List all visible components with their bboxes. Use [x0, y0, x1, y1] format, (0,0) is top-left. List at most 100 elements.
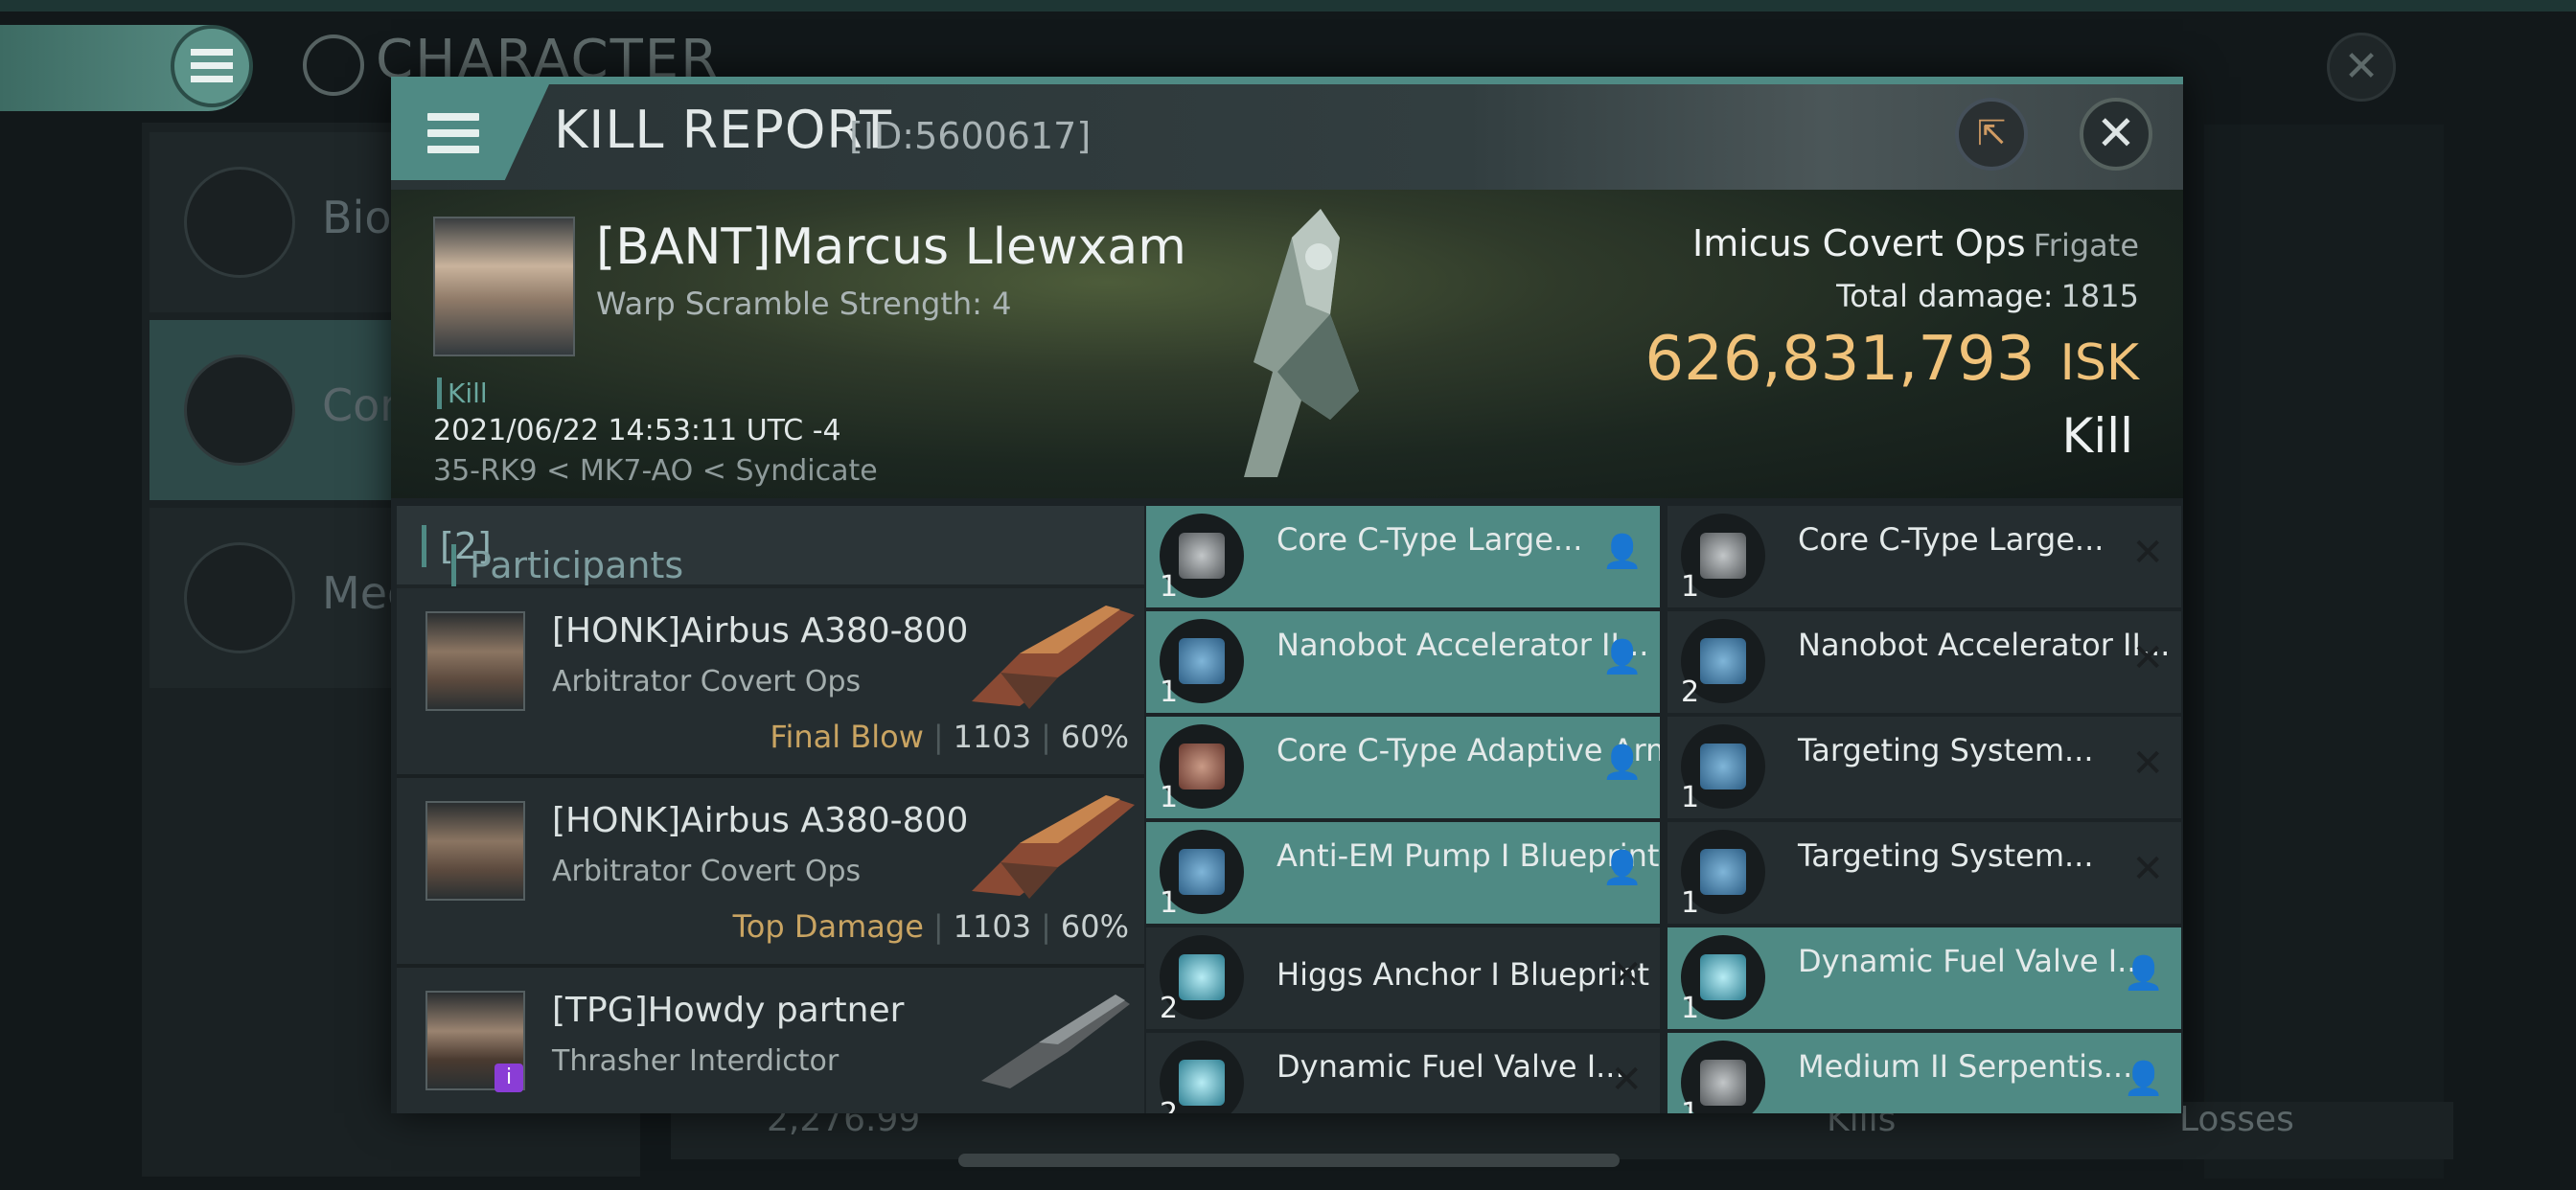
kill-report-modal: KILL REPORT [ID:5600617] ⇱ ✕ [BANT]Marcu…: [391, 77, 2183, 1113]
person-icon: 👤: [1601, 533, 1643, 571]
item-card[interactable]: 1 Nanobot Accelerator II... 👤: [1146, 611, 1660, 713]
person-icon: 👤: [2123, 1060, 2164, 1098]
item-name: Targeting System...: [1798, 732, 2094, 768]
attacker-ship: Arbitrator Covert Ops: [552, 665, 862, 698]
kill-location[interactable]: 35-RK9 < MK7-AO < Syndicate: [433, 454, 878, 488]
crossed-swords-icon: [184, 355, 295, 466]
item-card[interactable]: 1 Anti-EM Pump I Blueprint 👤: [1146, 822, 1660, 924]
modal-top-accent: [391, 77, 2183, 84]
destroyed-x-icon: ✕: [2131, 531, 2164, 575]
destroyed-x-icon: ✕: [2131, 847, 2164, 891]
attacker-ship-image: [972, 606, 1135, 709]
character-icon: [303, 34, 364, 96]
item-name: Nanobot Accelerator II...: [1276, 627, 1649, 663]
item-card[interactable]: 1 Dynamic Fuel Valve I... 👤: [1668, 927, 2181, 1029]
item-name: Core C-Type Large...: [1276, 521, 1583, 558]
attacker-row[interactable]: [HONK]Airbus A380-800 Arbitrator Covert …: [397, 778, 1144, 968]
item-name: Dynamic Fuel Valve I...: [1276, 1048, 1625, 1085]
item-quantity: 2: [1160, 1097, 1178, 1113]
item-card[interactable]: 1 Core C-Type Large... 👤: [1146, 506, 1660, 607]
item-quantity: 1: [1160, 570, 1179, 604]
victim-portrait[interactable]: [433, 217, 575, 356]
menu-lines-icon: [184, 167, 295, 278]
victim-ship-image[interactable]: [1186, 199, 1388, 487]
item-name: Medium II Serpentis...: [1798, 1048, 2133, 1085]
kill-date: 2021/06/22 14:53:11 UTC -4: [433, 414, 841, 447]
attacker-tag: Final Blow: [770, 719, 924, 755]
star-badge-icon: [184, 542, 295, 653]
person-icon: 👤: [2123, 954, 2164, 993]
destroyed-x-icon: ✕: [2131, 636, 2164, 680]
victim-detail: Warp Scramble Strength: 4: [596, 286, 1012, 322]
item-card[interactable]: 1 Core C-Type Large... ✕: [1668, 506, 2181, 607]
share-icon[interactable]: ⇱: [1955, 98, 2028, 171]
item-quantity: 1: [1681, 992, 1700, 1025]
hamburger-icon[interactable]: [171, 25, 253, 107]
home-indicator[interactable]: [958, 1154, 1620, 1167]
item-card[interactable]: 2 Dynamic Fuel Valve I... ✕: [1146, 1033, 1660, 1113]
attacker-name: [HONK]Airbus A380-800: [552, 611, 969, 651]
victim-ship-name: Imicus Covert Ops: [1692, 222, 2026, 264]
participants-label: Participants: [451, 544, 683, 586]
item-quantity: 1: [1681, 1097, 1699, 1113]
top-bar: [0, 0, 2576, 11]
attacker-name: [HONK]Airbus A380-800: [552, 801, 969, 840]
info-badge-icon: i: [494, 1064, 523, 1092]
total-damage: Total damage: 1815: [1836, 278, 2139, 314]
total-damage-value: 1815: [2060, 278, 2139, 314]
attacker-tag: Top Damage: [732, 908, 924, 945]
kill-result: Kill: [2061, 408, 2133, 464]
item-quantity: 1: [1681, 570, 1700, 604]
item-quantity: 1: [1160, 675, 1179, 709]
attacker-portrait[interactable]: [426, 801, 525, 901]
attacker-stats: Top Damage | 1103 | 60%: [732, 908, 1129, 945]
kill-id: [ID:5600617]: [849, 115, 1092, 157]
item-quantity: 2: [1160, 992, 1179, 1025]
isk-value: 626,831,793 ISK: [1644, 324, 2139, 395]
close-icon[interactable]: ✕: [2327, 33, 2396, 102]
item-card[interactable]: 2 Nanobot Accelerator II... ✕: [1668, 611, 2181, 713]
item-card[interactable]: 2 Higgs Anchor I Blueprint ✕: [1146, 927, 1660, 1029]
item-card[interactable]: 1 Medium II Serpentis... 👤: [1668, 1033, 2181, 1113]
right-panel: [2204, 125, 2444, 1179]
attacker-ship: Arbitrator Covert Ops: [552, 855, 862, 888]
attacker-percent: 60%: [1060, 719, 1129, 755]
attacker-row[interactable]: i [TPG]Howdy partner Thrasher Interdicto…: [397, 968, 1144, 1113]
item-quantity: 1: [1160, 781, 1179, 814]
destroyed-x-icon: ✕: [1610, 952, 1643, 996]
item-quantity: 1: [1160, 886, 1179, 920]
item-card[interactable]: 1 Targeting System... ✕: [1668, 822, 2181, 924]
victim-name[interactable]: [BANT]Marcus Llewxam: [596, 218, 1186, 276]
destroyed-x-icon: ✕: [2131, 742, 2164, 786]
item-name: Higgs Anchor I Blueprint: [1276, 956, 1649, 993]
close-icon[interactable]: ✕: [2080, 98, 2152, 171]
modal-title: KILL REPORT: [554, 100, 892, 160]
item-quantity: 2: [1681, 675, 1700, 709]
kill-tag: Kill: [437, 378, 488, 409]
item-name: Nanobot Accelerator II...: [1798, 627, 2171, 663]
participants-header: Participants [2]: [397, 506, 1144, 586]
hamburger-icon: [427, 113, 479, 162]
sidebar-item-label: Bio: [322, 192, 392, 243]
person-icon: 👤: [1601, 744, 1643, 782]
item-name: Targeting System...: [1798, 837, 2094, 874]
attacker-portrait[interactable]: [426, 611, 525, 711]
dropped-items-grid: 1 Core C-Type Large... 👤 1 Core C-Type L…: [1146, 506, 2183, 1113]
item-card[interactable]: 1 Core C-Type Adaptive Armo... 👤: [1146, 717, 1660, 818]
isk-amount: 626,831,793: [1644, 324, 2036, 395]
item-card[interactable]: 1 Targeting System... ✕: [1668, 717, 2181, 818]
participants-panel: Participants [2] [HONK]Airbus A380-800 A…: [397, 506, 1144, 1113]
victim-banner: [BANT]Marcus Llewxam Warp Scramble Stren…: [391, 190, 2183, 498]
isk-unit: ISK: [2059, 334, 2139, 392]
total-damage-label: Total damage:: [1836, 278, 2054, 314]
attacker-portrait[interactable]: i: [426, 991, 525, 1092]
item-name: Dynamic Fuel Valve I...: [1798, 943, 2147, 979]
destroyed-x-icon: ✕: [1610, 1058, 1643, 1102]
victim-ship-class: Frigate: [2033, 227, 2139, 263]
victim-ship[interactable]: Imicus Covert Ops Frigate: [1692, 222, 2139, 264]
item-name: Core C-Type Large...: [1798, 521, 2104, 558]
item-quantity: 1: [1681, 886, 1700, 920]
attacker-row[interactable]: [HONK]Airbus A380-800 Arbitrator Covert …: [397, 588, 1144, 778]
attacker-name: [TPG]Howdy partner: [552, 991, 905, 1030]
losses-label[interactable]: Losses: [2179, 1100, 2294, 1139]
